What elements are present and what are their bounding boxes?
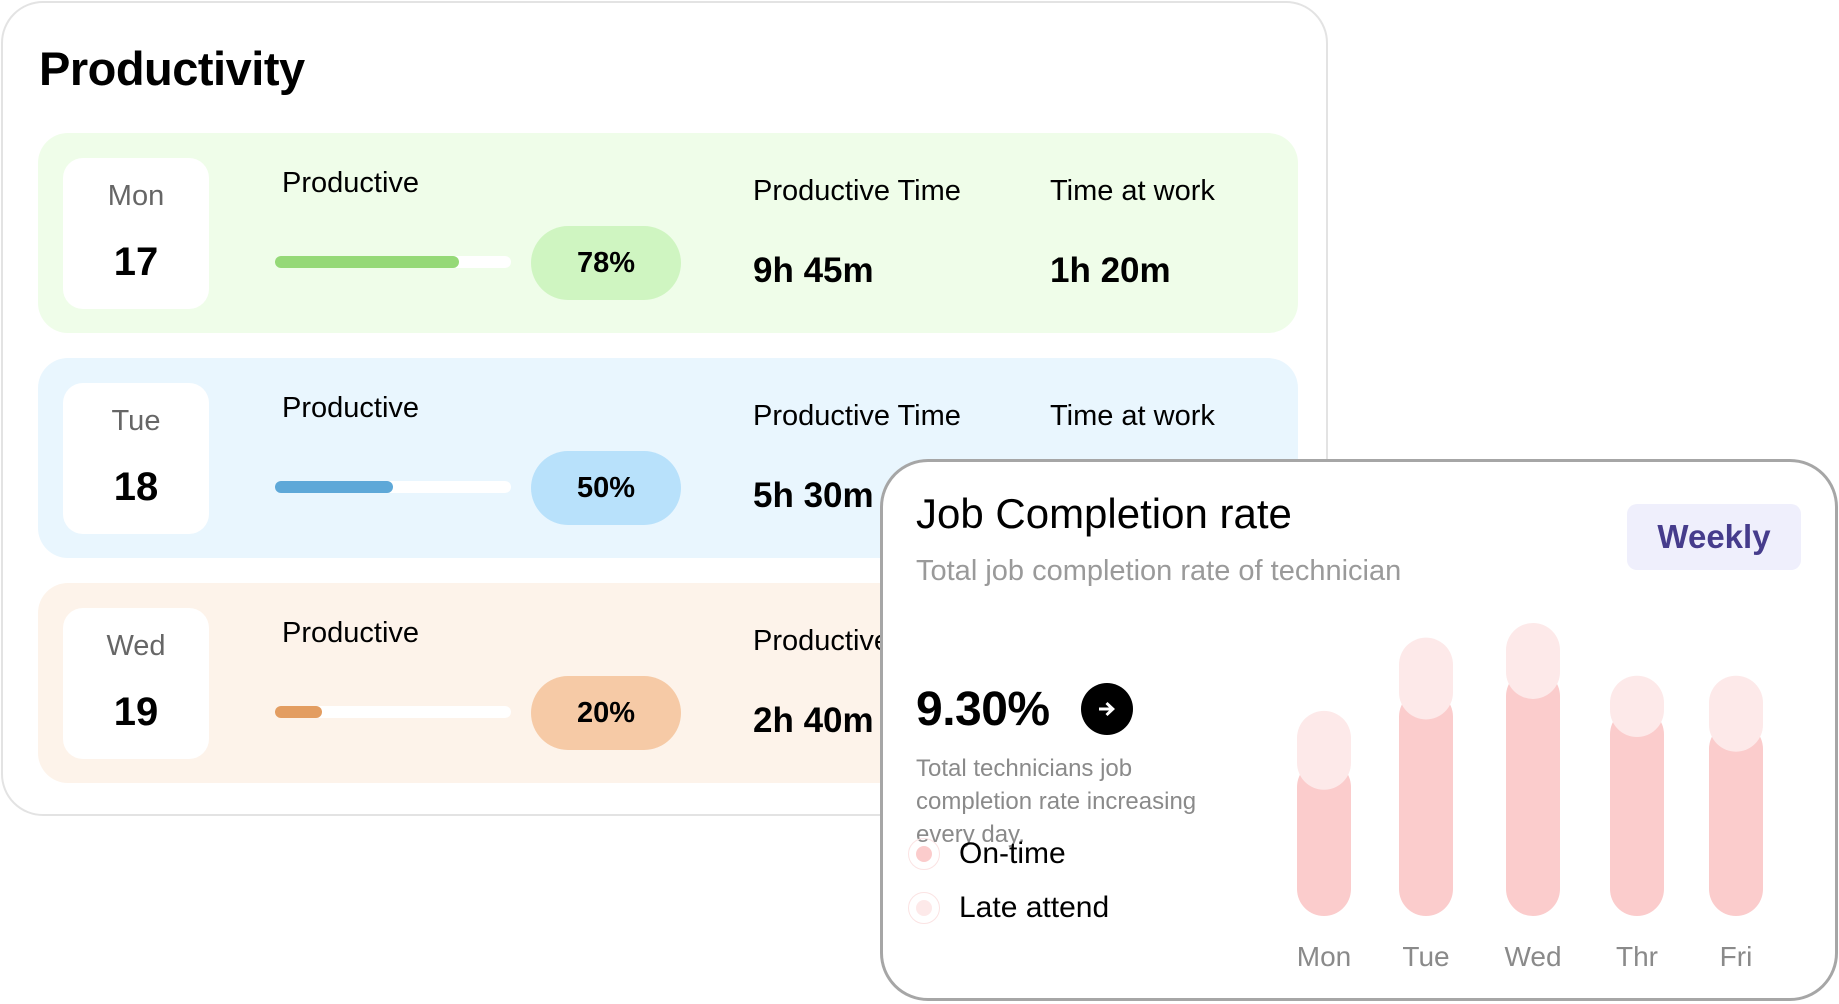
bar-late-attend-mon (1297, 710, 1351, 790)
legend-item-late-attend: Late attend (908, 891, 1109, 925)
productive-time-value: 5h 30m (753, 476, 874, 515)
percent-badge: 78% (531, 226, 681, 300)
time-at-work-label: Time at work (1050, 175, 1215, 207)
x-tick-label: Tue (1402, 941, 1449, 972)
legend-dot-icon (908, 838, 940, 870)
day-name: Tue (111, 405, 161, 437)
bar-on-time-wed (1506, 669, 1560, 916)
day-number: 19 (113, 690, 159, 734)
x-tick-label: Mon (1297, 941, 1351, 972)
bar-late-attend-fri (1709, 675, 1763, 752)
job-completion-title: Job Completion rate (916, 490, 1292, 537)
productive-label: Productive (282, 167, 420, 199)
x-tick-label: Fri (1720, 941, 1753, 972)
productive-label: Productive (282, 617, 420, 649)
bar-on-time-fri (1709, 721, 1763, 916)
bar-late-attend-wed (1506, 623, 1560, 699)
arrow-right-circle-icon[interactable] (1081, 683, 1133, 735)
productive-time-label: Productive Time (753, 400, 961, 432)
day-name: Mon (107, 180, 165, 212)
day-number: 17 (113, 240, 159, 284)
bar-on-time-mon (1297, 760, 1351, 916)
progress-track (275, 481, 511, 493)
period-weekly-button[interactable]: Weekly (1627, 504, 1801, 570)
progress-fill (275, 481, 393, 493)
legend-item-on-time: On-time (908, 837, 1066, 871)
progress-fill (275, 256, 460, 268)
arrow-right-icon (1099, 702, 1115, 716)
day-number: 18 (113, 465, 159, 509)
time-at-work-label: Time at work (1050, 400, 1215, 432)
date-box: Tue 18 (63, 383, 209, 534)
productive-time-value: 9h 45m (753, 251, 874, 290)
job-completion-card: Job Completion rate Total job completion… (880, 459, 1838, 1001)
date-box: Wed 19 (63, 608, 209, 759)
productive-time-label: Productive Time (753, 175, 961, 207)
day-name: Wed (106, 630, 166, 662)
completion-rate-value: 9.30% (916, 683, 1050, 736)
productivity-row-mon[interactable]: Mon 17 Productive 78% Productive Time 9h… (38, 133, 1298, 333)
productive-time-value: 2h 40m (753, 701, 874, 740)
productivity-title: Productivity (39, 42, 305, 95)
bar-late-attend-thr (1610, 675, 1664, 738)
percent-badge: 50% (531, 451, 681, 525)
bar-on-time-thr (1610, 707, 1664, 916)
progress-track (275, 706, 511, 718)
bar-late-attend-tue (1399, 637, 1453, 720)
legend-label: On-time (959, 837, 1066, 870)
x-tick-label: Wed (1504, 941, 1561, 972)
legend-label: Late attend (959, 891, 1110, 924)
date-box: Mon 17 (63, 158, 209, 309)
progress-fill (275, 706, 323, 718)
legend-dot-icon (908, 892, 940, 924)
x-tick-label: Thr (1616, 941, 1658, 972)
job-completion-subtitle: Total job completion rate of technician (916, 555, 1402, 587)
percent-badge: 20% (531, 676, 681, 750)
progress-track (275, 256, 511, 268)
productive-label: Productive (282, 392, 420, 424)
bar-on-time-tue (1399, 689, 1453, 916)
time-at-work-value: 1h 20m (1050, 251, 1171, 290)
